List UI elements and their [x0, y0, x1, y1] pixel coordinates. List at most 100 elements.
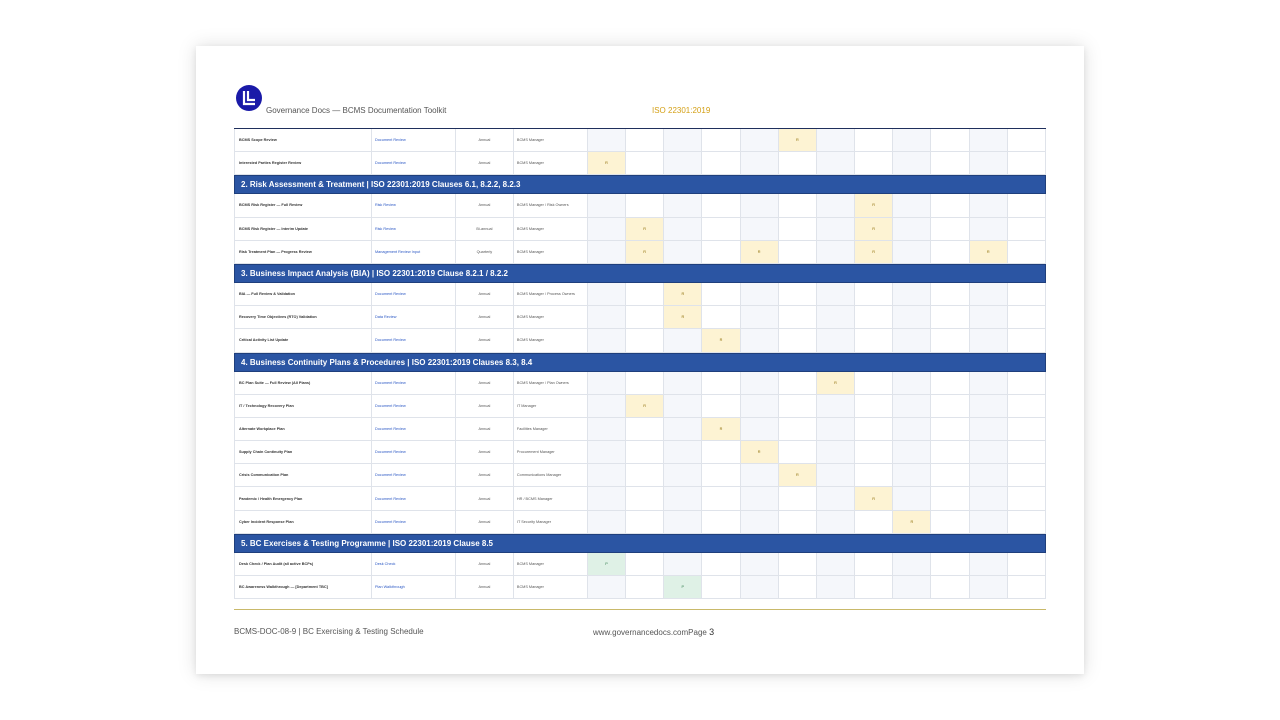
month-cell [626, 282, 665, 306]
month-cell [893, 487, 932, 510]
activity-type[interactable]: Document Review [372, 371, 456, 394]
month-cell [779, 441, 817, 464]
month-cell [816, 576, 856, 599]
month-cell [969, 576, 1008, 599]
frequency: Annual [456, 552, 514, 575]
month-cell [779, 282, 817, 306]
month-cell [740, 417, 779, 441]
owner: BCMS Manager [514, 552, 588, 575]
exercise-marker: P [664, 576, 703, 599]
section-header: 4. Business Continuity Plans & Procedure… [234, 352, 1046, 372]
activity-type[interactable]: Document Review [372, 282, 456, 306]
month-cell [969, 417, 1008, 441]
month-cell [587, 282, 627, 306]
month-cell [1008, 394, 1046, 417]
activity-type[interactable]: Document Review [372, 487, 456, 510]
activity-type[interactable]: Document Review [372, 510, 456, 533]
activity-type[interactable]: Risk Review [372, 194, 456, 217]
review-marker: R [778, 464, 817, 487]
month-cell [816, 306, 856, 329]
month-cell [1008, 282, 1046, 306]
owner: HR / BCMS Manager [514, 487, 588, 510]
month-cell [893, 417, 932, 441]
section-header: 2. Risk Assessment & Treatment | ISO 223… [234, 175, 1046, 195]
table-row: Alternate Workplace Plan Document Review A… [234, 417, 1046, 442]
month-cell [931, 329, 970, 352]
document-id: BCMS-DOC-08-9 | BC Exercising & Testing … [234, 627, 424, 636]
review-marker: R [969, 240, 1008, 263]
month-cell [931, 510, 970, 533]
month-cell [893, 394, 932, 417]
month-cell [587, 329, 627, 352]
activity-type[interactable]: Management Review Input [372, 240, 456, 263]
table-row: Critical Activity List Update Document Re… [234, 329, 1046, 353]
month-cell [855, 464, 894, 487]
month-cell [969, 441, 1008, 464]
month-cell [779, 194, 817, 217]
activity-name: BC Plan Suite — Full Review (All Plans) [234, 371, 372, 394]
activity-type[interactable]: Document Review [372, 417, 456, 441]
activity-type[interactable]: Plan Walkthrough [372, 576, 456, 599]
month-cell [1008, 306, 1046, 329]
month-cell [969, 552, 1008, 575]
month-cell [779, 371, 817, 394]
month-cell [664, 464, 703, 487]
section-header: 5. BC Exercises & Testing Programme | IS… [234, 533, 1046, 553]
table-row: Cyber Incident Response Plan Document Rev… [234, 510, 1046, 534]
activity-type[interactable]: Document Review [372, 152, 456, 175]
schedule-table: BCMS Scope Review Document Review Annual BC… [234, 129, 1046, 600]
table-row: BCMS Risk Register — Interim Update Risk … [234, 217, 1046, 241]
activity-type[interactable]: Desk Check [372, 552, 456, 575]
month-cell [702, 464, 741, 487]
month-cell [702, 394, 741, 417]
month-cell [740, 464, 779, 487]
frequency: Annual [456, 282, 514, 306]
month-cell [740, 329, 779, 352]
month-cell [816, 394, 856, 417]
month-cell [855, 510, 894, 533]
month-cell [626, 152, 665, 175]
month-cell [702, 129, 741, 152]
activity-type[interactable]: Data Review [372, 306, 456, 329]
table-row: BCMS Scope Review Document Review Annual BC… [234, 129, 1046, 153]
month-cell [1008, 576, 1046, 599]
month-cell [893, 306, 932, 329]
activity-type[interactable]: Document Review [372, 394, 456, 417]
review-marker: R [702, 329, 741, 352]
month-cell [969, 464, 1008, 487]
month-cell [702, 487, 741, 510]
activity-type[interactable]: Risk Review [372, 217, 456, 240]
month-cell [855, 552, 894, 575]
activity-name: Pandemic / Health Emergency Plan [234, 487, 372, 510]
website-link[interactable]: www.governancedocs.com [593, 628, 688, 637]
month-cell [1008, 194, 1046, 217]
table-row: Interested Parties Register Review Docume… [234, 152, 1046, 176]
table-row: BC Plan Suite — Full Review (All Plans) D… [234, 371, 1046, 395]
month-cell [779, 329, 817, 352]
activity-type[interactable]: Document Review [372, 441, 456, 464]
month-cell [855, 417, 894, 441]
owner: IT Manager [514, 394, 588, 417]
activity-type[interactable]: Document Review [372, 464, 456, 487]
brand-title: Governance Docs — BCMS Documentation Too… [266, 106, 447, 115]
review-marker: R [626, 217, 665, 240]
month-cell [664, 152, 703, 175]
month-cell [779, 417, 817, 441]
month-cell [893, 552, 932, 575]
table-row: Desk Check / Plan Audit (all active BCPs… [234, 552, 1046, 576]
activity-type[interactable]: Document Review [372, 329, 456, 352]
frequency: Quarterly [456, 240, 514, 263]
month-cell [664, 194, 703, 217]
frequency: Annual [456, 129, 514, 152]
month-cell [587, 394, 627, 417]
month-cell [664, 129, 703, 152]
month-cell [587, 194, 627, 217]
review-marker: R [702, 417, 741, 441]
governance-docs-logo [236, 85, 262, 111]
month-cell [664, 329, 703, 352]
activity-type[interactable]: Document Review [372, 129, 456, 152]
month-cell [1008, 152, 1046, 175]
review-marker: R [855, 487, 894, 510]
month-cell [626, 306, 665, 329]
month-cell [816, 464, 856, 487]
